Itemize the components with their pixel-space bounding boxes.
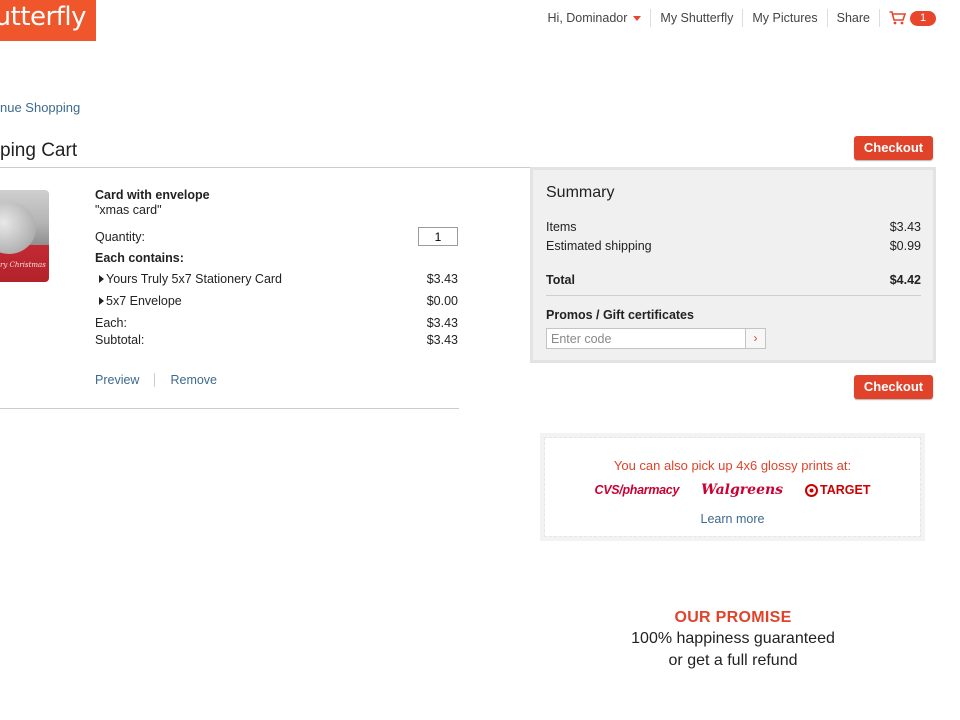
divider-top <box>0 167 531 168</box>
nav-share[interactable]: Share <box>826 9 879 27</box>
nav-my-shutterfly[interactable]: My Shutterfly <box>650 9 742 27</box>
items-label: Items <box>546 220 577 234</box>
promo-code-input[interactable] <box>546 328 746 349</box>
promo-apply-button[interactable]: › <box>745 328 766 349</box>
account-menu[interactable]: Hi, Dominador <box>539 9 651 27</box>
promise-line-2: or get a full refund <box>668 652 798 669</box>
learn-more-link[interactable]: Learn more <box>545 512 920 526</box>
checkout-button-top[interactable]: Checkout <box>854 136 933 160</box>
subtotal-value: $3.43 <box>426 333 458 347</box>
target-bullseye-icon <box>805 483 819 497</box>
divider-bottom <box>0 408 459 409</box>
summary-divider <box>546 295 921 296</box>
items-value: $3.43 <box>889 220 921 234</box>
target-logo-text: TARGET <box>820 483 871 497</box>
content-item-name: Yours Truly 5x7 Stationery Card <box>106 272 283 286</box>
chevron-right-icon: › <box>753 331 758 345</box>
each-value: $3.43 <box>426 316 458 330</box>
subtotal-label: Subtotal: <box>95 333 145 347</box>
pickup-message: You can also pick up 4x6 glossy prints a… <box>613 458 852 473</box>
shipping-value: $0.99 <box>889 239 921 253</box>
expand-triangle-icon <box>99 297 104 305</box>
shutterfly-logo[interactable]: hutterfly <box>0 0 96 41</box>
cart-item: Card with envelope "xmas card" Quantity:… <box>95 188 459 387</box>
target-logo: TARGET <box>805 483 871 497</box>
item-name: Card with envelope <box>95 188 210 202</box>
our-promise: OUR PROMISE 100% happiness guaranteed or… <box>593 607 873 672</box>
page-title: ping Cart <box>0 140 78 161</box>
items-row: Items $3.43 <box>546 220 921 235</box>
item-actions: Preview Remove <box>95 373 217 387</box>
total-row: Total $4.42 <box>546 273 921 288</box>
preview-link[interactable]: Preview <box>95 373 139 387</box>
walgreens-logo: Walgreens <box>701 482 784 498</box>
item-thumbnail[interactable]: ry Christmas <box>0 190 49 282</box>
cart-button[interactable]: 1 <box>879 9 936 27</box>
promise-line-1: 100% happiness guaranteed <box>631 630 835 647</box>
top-navigation: Hi, Dominador My Shutterfly My Pictures … <box>539 9 936 27</box>
total-value: $4.42 <box>889 273 921 287</box>
photo-face <box>0 202 36 254</box>
action-separator <box>154 373 156 387</box>
content-item[interactable]: Yours Truly 5x7 Stationery Card $3.43 <box>95 272 458 287</box>
promise-title: OUR PROMISE <box>674 609 792 626</box>
cart-icon <box>889 11 906 25</box>
thumbnail-caption: ry Christmas <box>0 261 46 269</box>
order-summary: Summary Items $3.43 Estimated shipping $… <box>530 167 936 363</box>
shipping-row: Estimated shipping $0.99 <box>546 239 921 254</box>
shipping-label: Estimated shipping <box>546 239 652 253</box>
each-row: Each: $3.43 <box>95 316 458 331</box>
cvs-logo: CVS/pharmacy <box>594 483 680 497</box>
each-label: Each: <box>95 316 127 330</box>
expand-triangle-icon <box>99 275 104 283</box>
logo-text: hutterfly <box>0 2 87 32</box>
store-logos: CVS/pharmacy Walgreens TARGET <box>545 482 920 498</box>
quantity-input[interactable] <box>418 227 458 246</box>
contains-label: Each contains: <box>95 251 184 265</box>
total-label: Total <box>546 273 575 287</box>
content-item[interactable]: 5x7 Envelope $0.00 <box>95 294 458 309</box>
promo-label: Promos / Gift certificates <box>546 308 694 322</box>
content-item-name: 5x7 Envelope <box>106 294 182 308</box>
nav-my-pictures[interactable]: My Pictures <box>742 9 826 27</box>
greeting-text: Hi, Dominador <box>547 11 628 25</box>
checkout-button-bottom[interactable]: Checkout <box>854 375 933 399</box>
caret-down-icon <box>633 16 642 22</box>
cart-count-badge: 1 <box>910 10 936 26</box>
item-subtitle: "xmas card" <box>95 203 162 217</box>
quantity-label: Quantity: <box>95 230 146 244</box>
quantity-row: Quantity: <box>95 227 458 246</box>
content-item-price: $3.43 <box>426 272 458 286</box>
subtotal-row: Subtotal: $3.43 <box>95 333 458 348</box>
continue-shopping-link[interactable]: nue Shopping <box>0 100 80 115</box>
remove-link[interactable]: Remove <box>170 373 217 387</box>
content-item-price: $0.00 <box>426 294 458 308</box>
store-pickup-promo: You can also pick up 4x6 glossy prints a… <box>540 433 925 541</box>
summary-title: Summary <box>546 184 615 201</box>
